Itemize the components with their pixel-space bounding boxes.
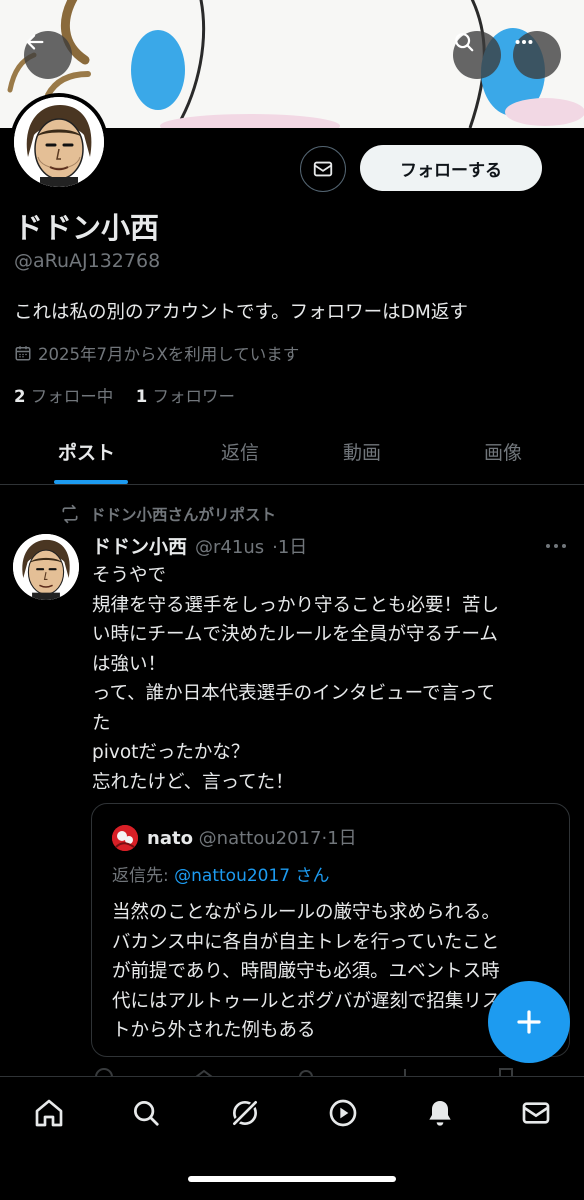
- post-author-avatar[interactable]: [13, 534, 79, 600]
- tab-videos[interactable]: 動画: [343, 438, 381, 465]
- quote-author-name: nato: [147, 828, 193, 849]
- grok-icon: [230, 1098, 260, 1128]
- post-line: って、誰か日本代表選手のインタビューで言って: [92, 683, 496, 704]
- profile-handle: @aRuAJ132768: [14, 250, 161, 272]
- quote-line: 代にはアルトゥールとポグバが遅刻で招集リス: [112, 990, 501, 1012]
- tab-images[interactable]: 画像: [484, 438, 522, 465]
- quote-author-avatar: [112, 825, 138, 851]
- following-label: フォロー中: [30, 387, 114, 406]
- profile-page: フォローする ドドン小西 @aRuAJ132768 これは私の別のアカウントです…: [0, 0, 584, 1200]
- home-indicator: [188, 1176, 396, 1182]
- quote-line: が前提であり、時間厳守も必須。ユベントス時: [112, 961, 500, 982]
- profile-tabs: ポスト 返信 動画 画像: [0, 422, 584, 485]
- post-line: pivotだったかな？: [92, 742, 250, 763]
- following-link[interactable]: 2 フォロー中: [14, 387, 113, 406]
- plus-icon: [517, 1010, 541, 1034]
- joined-text: 2025年7月からXを利用しています: [38, 345, 300, 364]
- quote-line: バカンス中に各自が自主トレを行っていたこと: [112, 931, 500, 953]
- message-button[interactable]: [300, 146, 346, 192]
- quote-time: 1日: [327, 828, 357, 849]
- post-line: 忘れたけど、言ってた！: [92, 771, 294, 793]
- notifications-icon: [429, 1101, 451, 1126]
- nav-search[interactable]: [126, 1093, 166, 1133]
- profile-name: ドドン小西: [14, 211, 160, 245]
- calendar-icon: [15, 346, 31, 361]
- profile-bio: これは私の別のアカウントです。フォロワーはDM返す: [14, 302, 468, 323]
- video-icon: [329, 1099, 357, 1127]
- post-line: た: [92, 712, 111, 734]
- back-button[interactable]: [24, 31, 72, 79]
- nav-video[interactable]: [323, 1093, 363, 1133]
- quote-header: nato @nattou2017·1日: [147, 828, 357, 849]
- post-line: い時にチームで決めたルールを全員が守るチーム: [92, 624, 498, 645]
- reply-to-link[interactable]: @nattou2017 さん: [174, 866, 329, 886]
- followers-count: 1: [135, 387, 148, 406]
- compose-post-button[interactable]: [488, 981, 570, 1063]
- post-more-button[interactable]: [545, 536, 567, 555]
- mail-icon: [313, 161, 333, 177]
- reply-prefix: 返信先:: [112, 866, 169, 886]
- messages-icon: [522, 1102, 550, 1124]
- followers-label: フォロワー: [152, 387, 235, 406]
- arrow-left-icon: [26, 34, 44, 50]
- tab-posts[interactable]: ポスト: [58, 438, 115, 465]
- post-text: そうやで 規律を守る選手をしっかり守ることも必要！苦し い時にチームで決めたルー…: [92, 561, 572, 797]
- post-time: ·1日: [272, 537, 308, 558]
- more-button[interactable]: [513, 31, 561, 79]
- more-horizontal-icon: [515, 39, 533, 45]
- profile-avatar[interactable]: [10, 93, 108, 191]
- profile-joined: 2025年7月からXを利用しています: [14, 341, 299, 365]
- avatar-illustration: [13, 534, 79, 600]
- following-count: 2: [14, 387, 26, 406]
- post-author-name[interactable]: ドドン小西: [92, 532, 187, 559]
- tab-replies[interactable]: 返信: [221, 438, 259, 465]
- avatar-illustration: [112, 825, 138, 851]
- post-line: そうやで: [92, 565, 167, 586]
- followers-link[interactable]: 1 フォロワー: [136, 387, 235, 406]
- nav-home[interactable]: [29, 1093, 69, 1133]
- follow-button[interactable]: フォローする: [360, 145, 542, 191]
- quote-reply-to: 返信先: @nattou2017 さん: [112, 861, 330, 886]
- nav-grok[interactable]: [225, 1093, 265, 1133]
- post-header: ドドン小西 @r41us ·1日: [92, 532, 307, 559]
- more-horizontal-icon: [546, 544, 566, 548]
- repost-indicator: ドドン小西さんがリポスト: [60, 503, 276, 525]
- search-button[interactable]: [453, 31, 501, 79]
- nav-messages[interactable]: [516, 1093, 556, 1133]
- quote-line: 当然のことながらルールの厳守も求められる。: [112, 902, 500, 923]
- post-actions-icons: [95, 1068, 513, 1076]
- quote-text: 当然のことながらルールの厳守も求められる。 バカンス中に各自が自主トレを行ってい…: [112, 898, 552, 1046]
- active-tab-indicator: [54, 480, 128, 484]
- repost-icon: [62, 504, 78, 524]
- post-line: 規律を守る選手をしっかり守ることも必要！苦し: [92, 594, 500, 616]
- follow-stats: 2 フォロー中 1 フォロワー: [14, 383, 235, 407]
- post-actions-row: [0, 1062, 584, 1076]
- home-icon: [35, 1099, 63, 1127]
- search-icon: [455, 33, 474, 52]
- quote-line: トから外された例もある: [112, 1020, 316, 1041]
- post-time-value: 1日: [277, 537, 308, 558]
- avatar-illustration: [14, 97, 104, 187]
- post-line: は強い！: [92, 653, 167, 675]
- search-icon: [134, 1101, 159, 1126]
- quote-author-handle: @nattou2017: [198, 828, 322, 849]
- nav-notifications[interactable]: [420, 1093, 460, 1133]
- post-author-handle[interactable]: @r41us: [195, 537, 264, 558]
- repost-label: ドドン小西さんがリポスト: [90, 506, 277, 524]
